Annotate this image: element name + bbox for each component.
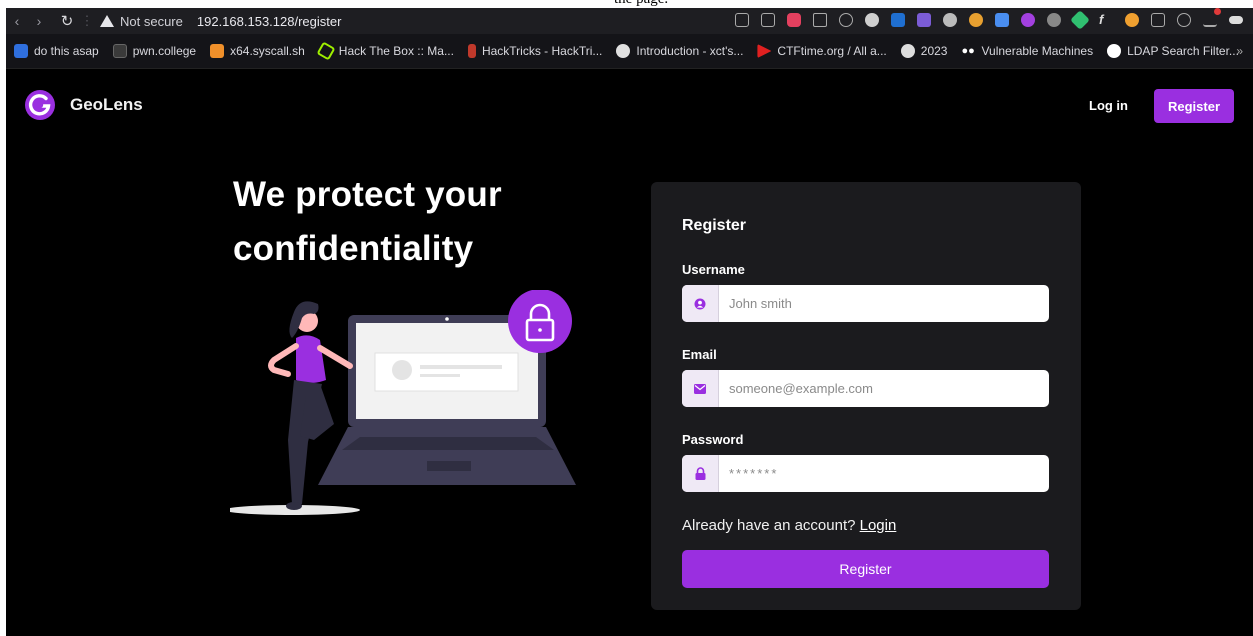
url-text[interactable]: 192.168.153.128/register	[197, 14, 342, 29]
cube-icon[interactable]	[1151, 13, 1165, 27]
screenshot-icon[interactable]	[761, 13, 775, 27]
security-label: Not secure	[120, 13, 183, 29]
brand-name: GeoLens	[70, 95, 143, 114]
reload-icon[interactable]: ↻	[56, 12, 78, 30]
account-icon[interactable]	[1177, 13, 1191, 27]
github-icon	[616, 44, 631, 58]
bookmark-label: HackTricks - HackTri...	[481, 44, 603, 58]
hero-line-2: confidentiality	[233, 229, 474, 268]
geolens-logo-icon	[25, 90, 55, 120]
bookmark-label: pwn.college	[132, 44, 197, 58]
extension-icon-2[interactable]	[891, 13, 905, 27]
hacktricks-icon	[467, 44, 476, 58]
bookmark-2023-icon	[900, 44, 915, 58]
bookmark-item[interactable]: pwn.college	[112, 44, 197, 58]
pwn-college-icon	[112, 44, 127, 58]
login-link-form[interactable]: Login	[860, 517, 897, 534]
bookmark-item[interactable]: 2023	[900, 44, 948, 58]
header-register-button[interactable]: Register	[1154, 89, 1234, 123]
register-submit-button[interactable]: Register	[682, 550, 1049, 588]
form-title: Register	[682, 217, 747, 234]
bookmark-label: CTFtime.org / All a...	[777, 44, 887, 58]
hackthebox-icon	[316, 41, 336, 61]
bookmarks-bar: do this asap pwn.college x64.syscall.sh …	[6, 34, 1253, 69]
browser-window: ‹ › ↻ ⋮ Not secure 192.168.153.128/regis…	[6, 0, 1253, 636]
heart-icon[interactable]	[839, 13, 853, 27]
bookmark-label: Vulnerable Machines	[981, 44, 1094, 58]
extension-icon-8[interactable]	[1070, 10, 1090, 30]
bookmark-item[interactable]: x64.syscall.sh	[210, 44, 305, 58]
extension-icon-6[interactable]	[1021, 13, 1035, 27]
login-link[interactable]: Log in	[1089, 98, 1128, 113]
email-field-group	[682, 370, 1049, 407]
extension-icon-3[interactable]	[917, 13, 931, 27]
forward-icon[interactable]: ›	[28, 13, 50, 29]
send-icon[interactable]	[813, 13, 827, 27]
share-icon[interactable]	[735, 13, 749, 27]
extension-icon-7[interactable]	[1047, 13, 1061, 27]
bookmark-item[interactable]: LDAP Search Filter...	[1107, 44, 1239, 58]
page-caption: the page.	[0, 0, 1253, 8]
hero-headline: We protect your confidentiality	[233, 168, 573, 276]
bookmark-item[interactable]: HackTricks - HackTri...	[467, 44, 603, 58]
password-field-group	[682, 455, 1049, 492]
lock-icon	[682, 455, 719, 492]
ctftime-icon	[757, 44, 772, 58]
bookmark-item[interactable]: Introduction - xct's...	[616, 44, 743, 58]
email-input[interactable]	[719, 370, 1049, 407]
bookmark-item[interactable]: CTFtime.org / All a...	[757, 44, 887, 58]
syscall-icon	[210, 44, 225, 58]
brand-logo[interactable]: GeoLens	[24, 89, 143, 121]
site-header: GeoLens Log in Register	[6, 69, 1253, 141]
bookmarks-overflow-icon[interactable]: »	[1236, 44, 1243, 58]
hero-line-1: We protect your	[233, 175, 502, 214]
wordpress-icon[interactable]	[943, 13, 957, 27]
username-field-group	[682, 285, 1049, 322]
bookmark-label: Hack The Box :: Ma...	[338, 44, 454, 58]
bookmark-item[interactable]: ●● Vulnerable Machines	[961, 44, 1093, 58]
extension-icon-5[interactable]	[995, 13, 1009, 27]
email-label: Email	[682, 347, 717, 362]
login-prompt: Already have an account? Login	[682, 517, 896, 534]
medium-icon: ●●	[961, 45, 975, 57]
pocket-icon[interactable]	[787, 13, 801, 27]
warning-icon	[100, 15, 114, 27]
bookmark-item[interactable]: Hack The Box :: Ma...	[316, 41, 454, 61]
username-input[interactable]	[719, 285, 1049, 322]
bookmark-label: x64.syscall.sh	[230, 44, 305, 58]
bookmark-label: do this asap	[34, 44, 99, 58]
extension-icon-9[interactable]	[1125, 13, 1139, 27]
address-bar: ‹ › ↻ ⋮ Not secure 192.168.153.128/regis…	[6, 8, 1253, 34]
github-icon	[1107, 44, 1122, 58]
divider-icon: ⋮	[80, 13, 94, 28]
register-card: Register Username Email Password Already…	[651, 182, 1081, 610]
password-label: Password	[682, 432, 744, 447]
envelope-icon	[682, 370, 719, 407]
security-illustration	[230, 290, 576, 515]
toggle-icon[interactable]	[1229, 16, 1243, 24]
trello-icon	[14, 44, 28, 58]
bookmark-label: 2023	[920, 44, 948, 58]
download-icon[interactable]	[1203, 8, 1221, 27]
bookmark-label: Introduction - xct's...	[636, 44, 744, 58]
security-indicator[interactable]: Not secure	[100, 14, 183, 29]
extension-icon-1[interactable]	[865, 13, 879, 27]
username-label: Username	[682, 262, 745, 277]
back-icon[interactable]: ‹	[6, 13, 28, 29]
user-icon	[682, 285, 719, 322]
bookmark-label: LDAP Search Filter...	[1127, 44, 1239, 58]
function-icon[interactable]: f	[1099, 13, 1113, 27]
bookmark-item[interactable]: do this asap	[14, 44, 99, 58]
login-prompt-text: Already have an account?	[682, 517, 856, 534]
password-input[interactable]	[719, 455, 1049, 492]
extension-icon-4[interactable]	[969, 13, 983, 27]
extension-toolbar: f	[735, 8, 1243, 30]
